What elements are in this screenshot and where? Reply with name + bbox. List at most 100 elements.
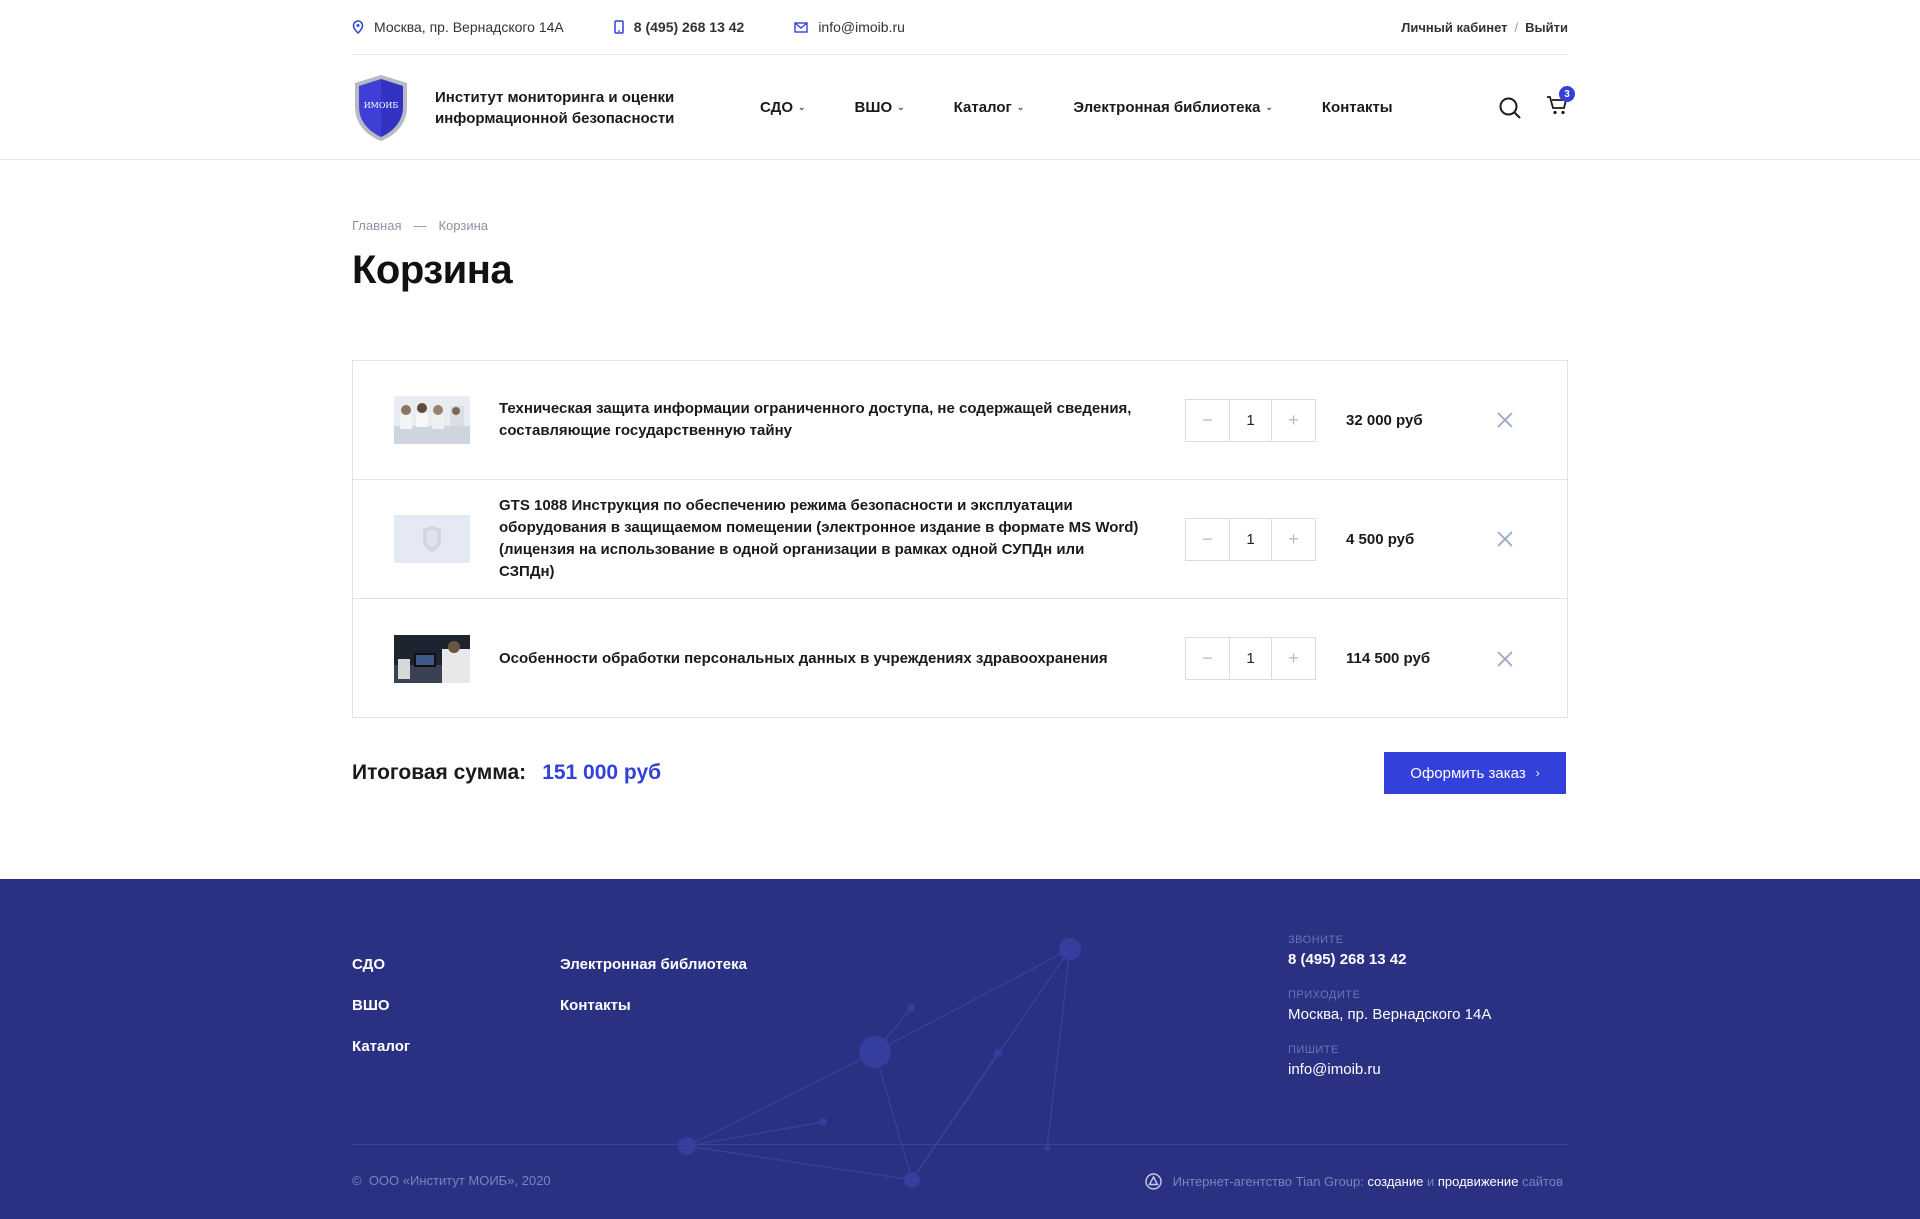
chevron-down-icon: ⌄ <box>897 102 905 112</box>
nav-label: ВШО <box>854 99 893 116</box>
increase-button[interactable]: + <box>1272 519 1315 560</box>
nav-item-library[interactable]: Электронная библиотека ⌄ <box>1073 99 1273 116</box>
mail-icon <box>794 21 809 33</box>
close-icon[interactable] <box>1496 530 1514 548</box>
decrease-button[interactable]: − <box>1186 519 1229 560</box>
product-thumbnail[interactable] <box>394 396 470 444</box>
network-decoration <box>678 938 1081 1188</box>
breadcrumb: Главная — Корзина <box>352 218 1568 233</box>
cart-item-name[interactable]: GTS 1088 Инструкция по обеспечению режим… <box>499 495 1139 583</box>
close-icon[interactable] <box>1496 411 1514 429</box>
footer-email[interactable]: info@imoib.ru <box>1288 1061 1491 1078</box>
tian-group-logo-icon <box>1144 1173 1162 1190</box>
increase-button[interactable]: + <box>1272 638 1315 679</box>
logo[interactable]: ИМОИБ <box>352 73 410 143</box>
email-info[interactable]: info@imoib.ru <box>794 19 905 35</box>
agency-credit: Интернет-агентство Tian Group: создание … <box>1144 1173 1563 1190</box>
decrease-button[interactable]: − <box>1186 400 1229 441</box>
account-links: Личный кабинет / Выйти <box>1401 20 1568 35</box>
nav-label: СДО <box>760 99 793 116</box>
cart-button[interactable]: 3 <box>1546 86 1575 121</box>
product-thumbnail[interactable] <box>394 634 470 683</box>
breadcrumb-home[interactable]: Главная <box>352 218 401 233</box>
total-value: 151 000 руб <box>542 761 662 784</box>
quantity-value[interactable]: 1 <box>1229 399 1272 441</box>
agency-promo-link[interactable]: продвижение <box>1438 1174 1519 1189</box>
nav-item-vsho[interactable]: ВШО ⌄ <box>855 99 905 116</box>
increase-button[interactable]: + <box>1272 400 1315 441</box>
cart-total: Итоговая сумма: 151 000 руб Оформить зак… <box>352 752 1568 794</box>
nav-label: Электронная библиотека <box>1073 99 1261 116</box>
cart-item-name[interactable]: Техническая защита информации ограниченн… <box>499 398 1139 442</box>
quantity-value[interactable]: 1 <box>1229 518 1272 560</box>
cart-item-price: 32 000 руб <box>1346 411 1423 429</box>
top-bar: Москва, пр. Вернадского 14А 8 (495) 268 … <box>352 0 1568 55</box>
checkout-button[interactable]: Оформить заказ › <box>1384 752 1566 794</box>
header-icons: 3 <box>1498 86 1575 121</box>
org-name[interactable]: Институт мониторинга и оценки информацио… <box>435 87 715 129</box>
footer-link[interactable]: Каталог <box>352 1038 410 1056</box>
chevron-down-icon: ⌄ <box>798 102 806 112</box>
phone-info[interactable]: 8 (495) 268 13 42 <box>614 19 745 35</box>
location-pin-icon <box>352 20 364 34</box>
footer-link[interactable]: ВШО <box>352 997 410 1015</box>
footer-nav-col2: Электронная библиотека Контакты <box>560 956 747 1038</box>
nav-label: Контакты <box>1321 99 1393 116</box>
write-label: Пишите <box>1288 1044 1339 1056</box>
nav-item-catalog[interactable]: Каталог ⌄ <box>954 99 1025 116</box>
nav-item-sdo[interactable]: СДО ⌄ <box>760 99 806 116</box>
call-label: Звоните <box>1288 934 1344 946</box>
phone-icon <box>614 20 624 34</box>
visit-label: Приходите <box>1288 989 1361 1001</box>
cart-item: GTS 1088 Инструкция по обеспечению режим… <box>353 480 1567 599</box>
copyright-text: ООО «Институт МОИБ», 2020 <box>368 1173 551 1188</box>
logout-link[interactable]: Выйти <box>1525 20 1568 35</box>
total-label: Итоговая сумма: <box>352 761 527 784</box>
main-nav: СДО ⌄ ВШО ⌄ Каталог ⌄ Электронная библиотек… <box>760 99 1442 116</box>
agency-suffix: сайтов <box>1522 1174 1563 1189</box>
nav-label: Каталог <box>953 99 1012 116</box>
nav-item-contacts[interactable]: Контакты <box>1322 99 1393 116</box>
logo-text: ИМОИБ <box>364 101 399 110</box>
cart-item-price: 114 500 руб <box>1346 650 1431 667</box>
shield-logo-icon: ИМОИБ <box>355 74 407 141</box>
footer-phone[interactable]: 8 (495) 268 13 42 <box>1288 951 1491 968</box>
quantity-value[interactable]: 1 <box>1229 638 1272 679</box>
account-link[interactable]: Личный кабинет <box>1401 20 1507 35</box>
footer-link[interactable]: Электронная библиотека <box>560 956 747 974</box>
cart-item-price: 4 500 руб <box>1346 530 1415 548</box>
cart-count-badge: 3 <box>1559 86 1575 102</box>
footer-link[interactable]: СДО <box>352 956 410 974</box>
copyright-icon: © <box>352 1173 369 1188</box>
agency-create-link[interactable]: создание <box>1367 1174 1423 1189</box>
org-name-line1: Институт мониторинга и оценки <box>435 88 675 106</box>
footer-contacts: Звоните 8 (495) 268 13 42 Приходите Моск… <box>1288 934 1491 1099</box>
breadcrumb-separator: — <box>413 218 427 233</box>
site-header: ИМОИБ Институт мониторинга и оценки инфо… <box>352 56 1575 159</box>
breadcrumb-current: Корзина <box>438 218 489 233</box>
checkout-label: Оформить заказ <box>1410 764 1526 782</box>
close-icon[interactable] <box>1496 650 1514 668</box>
account-separator: / <box>1514 19 1519 35</box>
chevron-right-icon: › <box>1535 766 1540 780</box>
header-divider <box>0 159 1920 160</box>
email-text[interactable]: info@imoib.ru <box>818 19 905 35</box>
decrease-button[interactable]: − <box>1186 638 1229 679</box>
agency-and: и <box>1426 1174 1435 1189</box>
cart-item: Особенности обработки персональных данны… <box>353 599 1567 718</box>
quantity-stepper: − 1 + <box>1185 637 1316 680</box>
site-footer: СДО ВШО Каталог Электронная библиотека К… <box>0 879 1920 1219</box>
org-name-line2: информационной безопасности <box>435 109 675 127</box>
address-info: Москва, пр. Вернадского 14А <box>352 19 564 35</box>
chevron-down-icon: ⌄ <box>1016 102 1025 112</box>
search-icon[interactable] <box>1498 96 1522 120</box>
cart-item-name[interactable]: Особенности обработки персональных данны… <box>499 648 1139 670</box>
footer-nav-col1: СДО ВШО Каталог <box>352 956 410 1079</box>
page-title: Корзина <box>352 248 513 292</box>
product-thumbnail[interactable] <box>394 515 470 563</box>
copyright: © ООО «Институт МОИБ», 2020 <box>352 1173 551 1188</box>
chevron-down-icon: ⌄ <box>1265 102 1273 112</box>
address-text: Москва, пр. Вернадского 14А <box>374 19 564 35</box>
phone-text[interactable]: 8 (495) 268 13 42 <box>634 19 745 35</box>
footer-link[interactable]: Контакты <box>560 997 747 1015</box>
